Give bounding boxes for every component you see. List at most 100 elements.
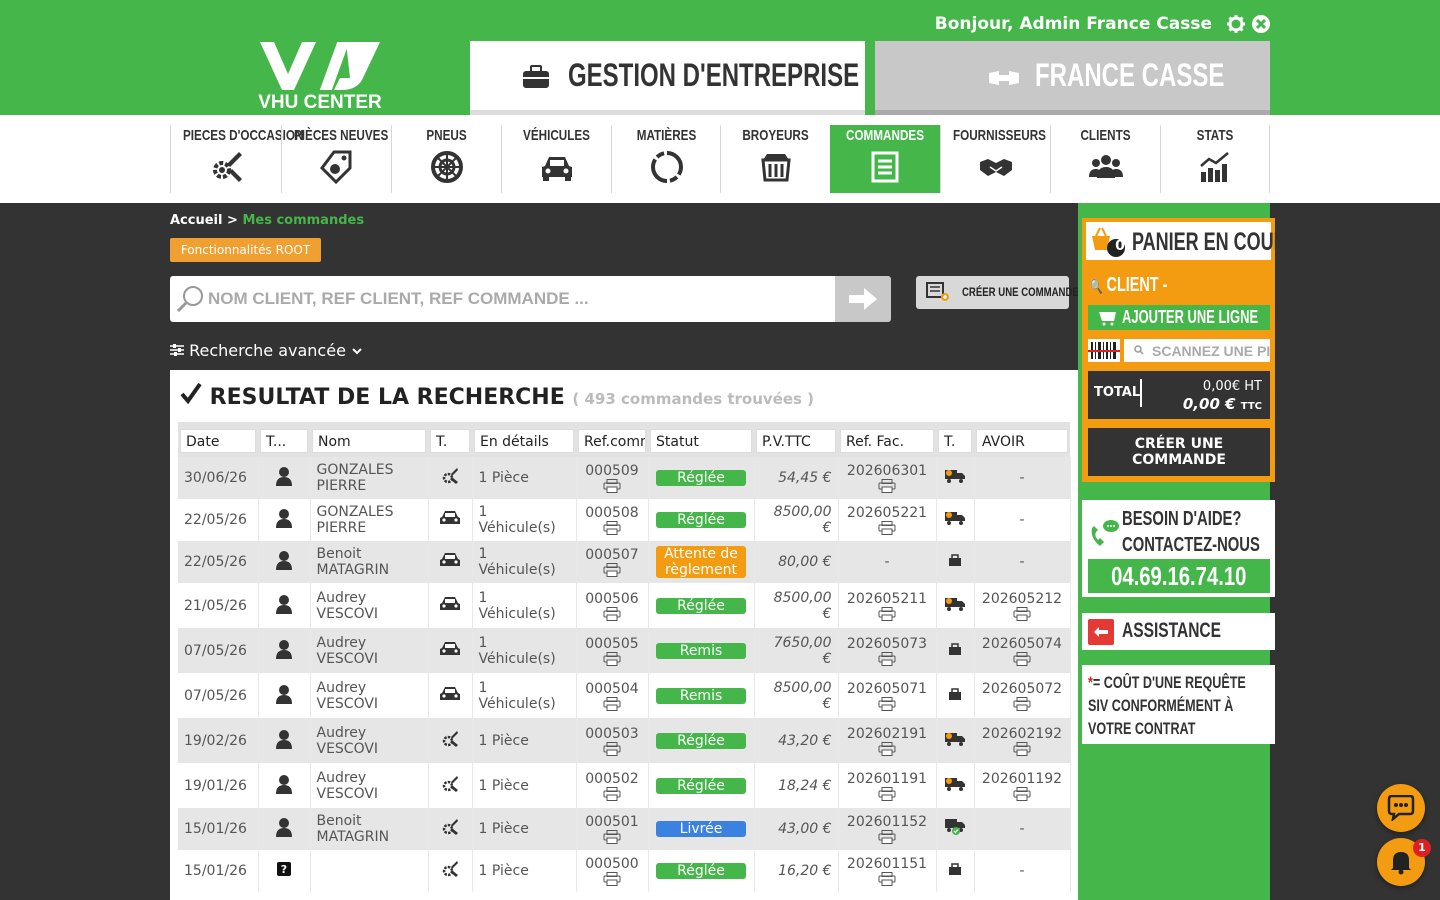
help-phone[interactable]: 04.69.16.74.10: [1088, 559, 1270, 593]
credit-note-ref[interactable]: 202605074: [974, 628, 1071, 673]
invoice-ref[interactable]: 202605073: [838, 628, 937, 673]
create-order-button[interactable]: CRÉER UNE COMMANDE: [916, 276, 1079, 309]
invoice-ref[interactable]: 202601151: [838, 850, 937, 892]
invoice-ref[interactable]: 202601191: [838, 763, 937, 808]
order-ref[interactable]: 000506: [576, 583, 649, 628]
barcode-icon[interactable]: [1088, 339, 1120, 362]
credit-note-ref[interactable]: -: [974, 541, 1071, 583]
client-name[interactable]: Audrey VESCOVI: [310, 763, 429, 808]
column-header[interactable]: AVOIR: [974, 422, 1070, 457]
cart-create-order-button[interactable]: CRÉER UNE COMMANDE: [1088, 428, 1270, 476]
table-row[interactable]: 15/01/26 Benoit MATAGRIN 1 Pièce 000501 Livré…: [178, 808, 1071, 850]
client-name[interactable]: Audrey VESCOVI: [310, 718, 429, 763]
tab-gestion-entreprise[interactable]: GESTION D'ENTREPRISE: [470, 41, 865, 115]
credit-note-ref[interactable]: 202605212: [974, 583, 1071, 628]
table-row[interactable]: 30/06/26 GONZALES PIERRE 1 Pièce 000509 Réglé…: [178, 457, 1071, 499]
credit-note-ref[interactable]: -: [974, 808, 1071, 850]
gear-icon[interactable]: [1226, 14, 1246, 34]
order-ref[interactable]: 000500: [576, 850, 649, 892]
client-name[interactable]: Audrey VESCOVI: [310, 673, 429, 718]
column-header[interactable]: P.V.TTC: [754, 422, 838, 457]
nav-item-pieces-neuves[interactable]: PIÈCES NEUVES: [281, 125, 391, 193]
order-ref[interactable]: 000509: [576, 457, 649, 499]
client-type-icon: [258, 628, 311, 673]
order-ref[interactable]: 000508: [576, 499, 649, 541]
order-date: 15/01/26: [178, 850, 259, 892]
table-row[interactable]: 07/05/26 Audrey VESCOVI 1 Véhicule(s) 000505 R…: [178, 628, 1071, 673]
nav-item-clients[interactable]: CLIENTS: [1050, 125, 1160, 193]
order-ref[interactable]: 000504: [576, 673, 649, 718]
table-row[interactable]: 07/05/26 Audrey VESCOVI 1 Véhicule(s) 000504 R…: [178, 673, 1071, 718]
column-header[interactable]: Nom: [310, 422, 428, 457]
credit-note-ref[interactable]: -: [974, 850, 1071, 892]
total-ttc: 0,00 € TTC: [1182, 395, 1262, 413]
table-row[interactable]: 19/01/26 Audrey VESCOVI 1 Pièce 000502 Réglée…: [178, 763, 1071, 808]
invoice-ref[interactable]: 202605211: [838, 583, 937, 628]
column-header[interactable]: T...: [258, 422, 310, 457]
svg-text:?: ?: [281, 863, 287, 876]
order-ref[interactable]: 000502: [576, 763, 649, 808]
table-row[interactable]: 22/05/26 Benoit MATAGRIN 1 Véhicule(s) 000507…: [178, 541, 1071, 583]
credit-note-ref[interactable]: 202601192: [974, 763, 1071, 808]
nav-item-fournisseurs[interactable]: FOURNISSEURS: [940, 125, 1050, 193]
nav-item-commandes[interactable]: COMMANDES: [830, 125, 940, 193]
invoice-ref[interactable]: 202606301: [838, 457, 937, 499]
credit-note-ref[interactable]: 202602192: [974, 718, 1071, 763]
invoice-ref[interactable]: 202602191: [838, 718, 937, 763]
nav-item-matieres[interactable]: MATIÈRES: [611, 125, 721, 193]
column-header[interactable]: Date: [178, 422, 258, 457]
table-row[interactable]: 15/01/26? 1 Pièce 000500 Réglée 16,20 €20260…: [178, 850, 1071, 892]
client-name[interactable]: Benoit MATAGRIN: [310, 808, 429, 850]
column-header[interactable]: Ref. Fac.: [838, 422, 936, 457]
invoice-ref[interactable]: 202605071: [838, 673, 937, 718]
tab-france-casse[interactable]: FRANCE CASSE: [875, 41, 1270, 115]
table-row[interactable]: 22/05/26 GONZALES PIERRE 1 Véhicule(s) 000508…: [178, 499, 1071, 541]
column-header[interactable]: T.: [936, 422, 974, 457]
order-ref[interactable]: 000501: [576, 808, 649, 850]
breadcrumb: Accueil > Mes commandes: [170, 213, 364, 228]
order-status: Réglée: [648, 718, 755, 763]
order-ref[interactable]: 000503: [576, 718, 649, 763]
breadcrumb-home[interactable]: Accueil: [170, 213, 222, 228]
client-name[interactable]: Audrey VESCOVI: [310, 628, 429, 673]
advanced-search-toggle[interactable]: Recherche avancée: [170, 341, 363, 360]
search-submit-button[interactable]: [835, 276, 891, 322]
client-name[interactable]: GONZALES PIERRE: [310, 499, 429, 541]
order-ref[interactable]: 000505: [576, 628, 649, 673]
client-name[interactable]: Audrey VESCOVI: [310, 583, 429, 628]
create-order-label: CRÉER UNE COMMANDE: [962, 285, 1079, 299]
column-header[interactable]: T.: [428, 422, 472, 457]
item-type-icon: [428, 628, 473, 673]
column-header[interactable]: En détails: [472, 422, 576, 457]
client-name[interactable]: Benoit MATAGRIN: [310, 541, 429, 583]
add-line-button[interactable]: AJOUTER UNE LIGNE: [1088, 305, 1270, 330]
nav-item-stats[interactable]: STATS: [1160, 125, 1270, 193]
invoice-ref[interactable]: -: [838, 541, 937, 583]
close-icon[interactable]: [1251, 14, 1271, 34]
invoice-ref[interactable]: 202605221: [838, 499, 937, 541]
client-name[interactable]: [310, 850, 429, 892]
cart-client[interactable]: 🔍 CLIENT -: [1090, 274, 1167, 297]
nav-item-pieces-occasion[interactable]: PIECES D'OCCASION: [170, 125, 303, 193]
credit-note-ref[interactable]: -: [974, 457, 1071, 499]
column-header[interactable]: Ref.comm: [576, 422, 648, 457]
credit-note-ref[interactable]: 202605072: [974, 673, 1071, 718]
column-header[interactable]: Statut: [648, 422, 754, 457]
order-ref[interactable]: 000507: [576, 541, 649, 583]
invoice-ref[interactable]: 202601152: [838, 808, 937, 850]
scan-part-input[interactable]: [1124, 339, 1270, 362]
table-row[interactable]: 19/02/26 Audrey VESCOVI 1 Pièce 000503 Réglée…: [178, 718, 1071, 763]
chat-button[interactable]: [1377, 784, 1425, 832]
search-input[interactable]: [208, 284, 828, 314]
credit-note-ref[interactable]: -: [974, 499, 1071, 541]
chart-icon: [1200, 152, 1229, 182]
client-name[interactable]: GONZALES PIERRE: [310, 457, 429, 499]
vhu-center-logo[interactable]: VHU CENTER: [258, 40, 382, 114]
nav-item-vehicules[interactable]: VÉHICULES: [501, 125, 611, 193]
table-row[interactable]: 21/05/26 Audrey VESCOVI 1 Véhicule(s) 000506 R…: [178, 583, 1071, 628]
assistance-button[interactable]: ASSISTANCE: [1082, 613, 1275, 650]
nav-item-broyeurs[interactable]: BROYEURS: [720, 125, 830, 193]
nav-item-pneus[interactable]: PNEUS: [391, 125, 501, 193]
root-features-button[interactable]: Fonctionnalités ROOT: [170, 238, 321, 262]
client-type-icon: [258, 673, 311, 718]
